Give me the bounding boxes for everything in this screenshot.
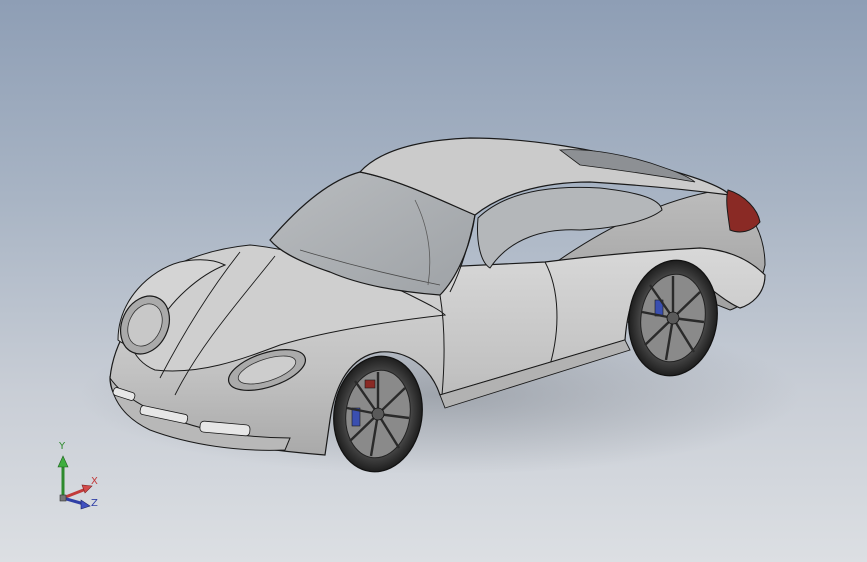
graphics-viewport[interactable]: Y X Z: [0, 0, 867, 562]
car-model[interactable]: [0, 0, 867, 562]
coordinate-triad: Y X Z: [50, 440, 110, 520]
triad-y-label: Y: [59, 441, 66, 452]
triad-axes: [57, 455, 93, 510]
triad-x-label: X: [91, 476, 98, 487]
triad-z-label: Z: [91, 498, 98, 509]
taillight: [726, 189, 761, 233]
